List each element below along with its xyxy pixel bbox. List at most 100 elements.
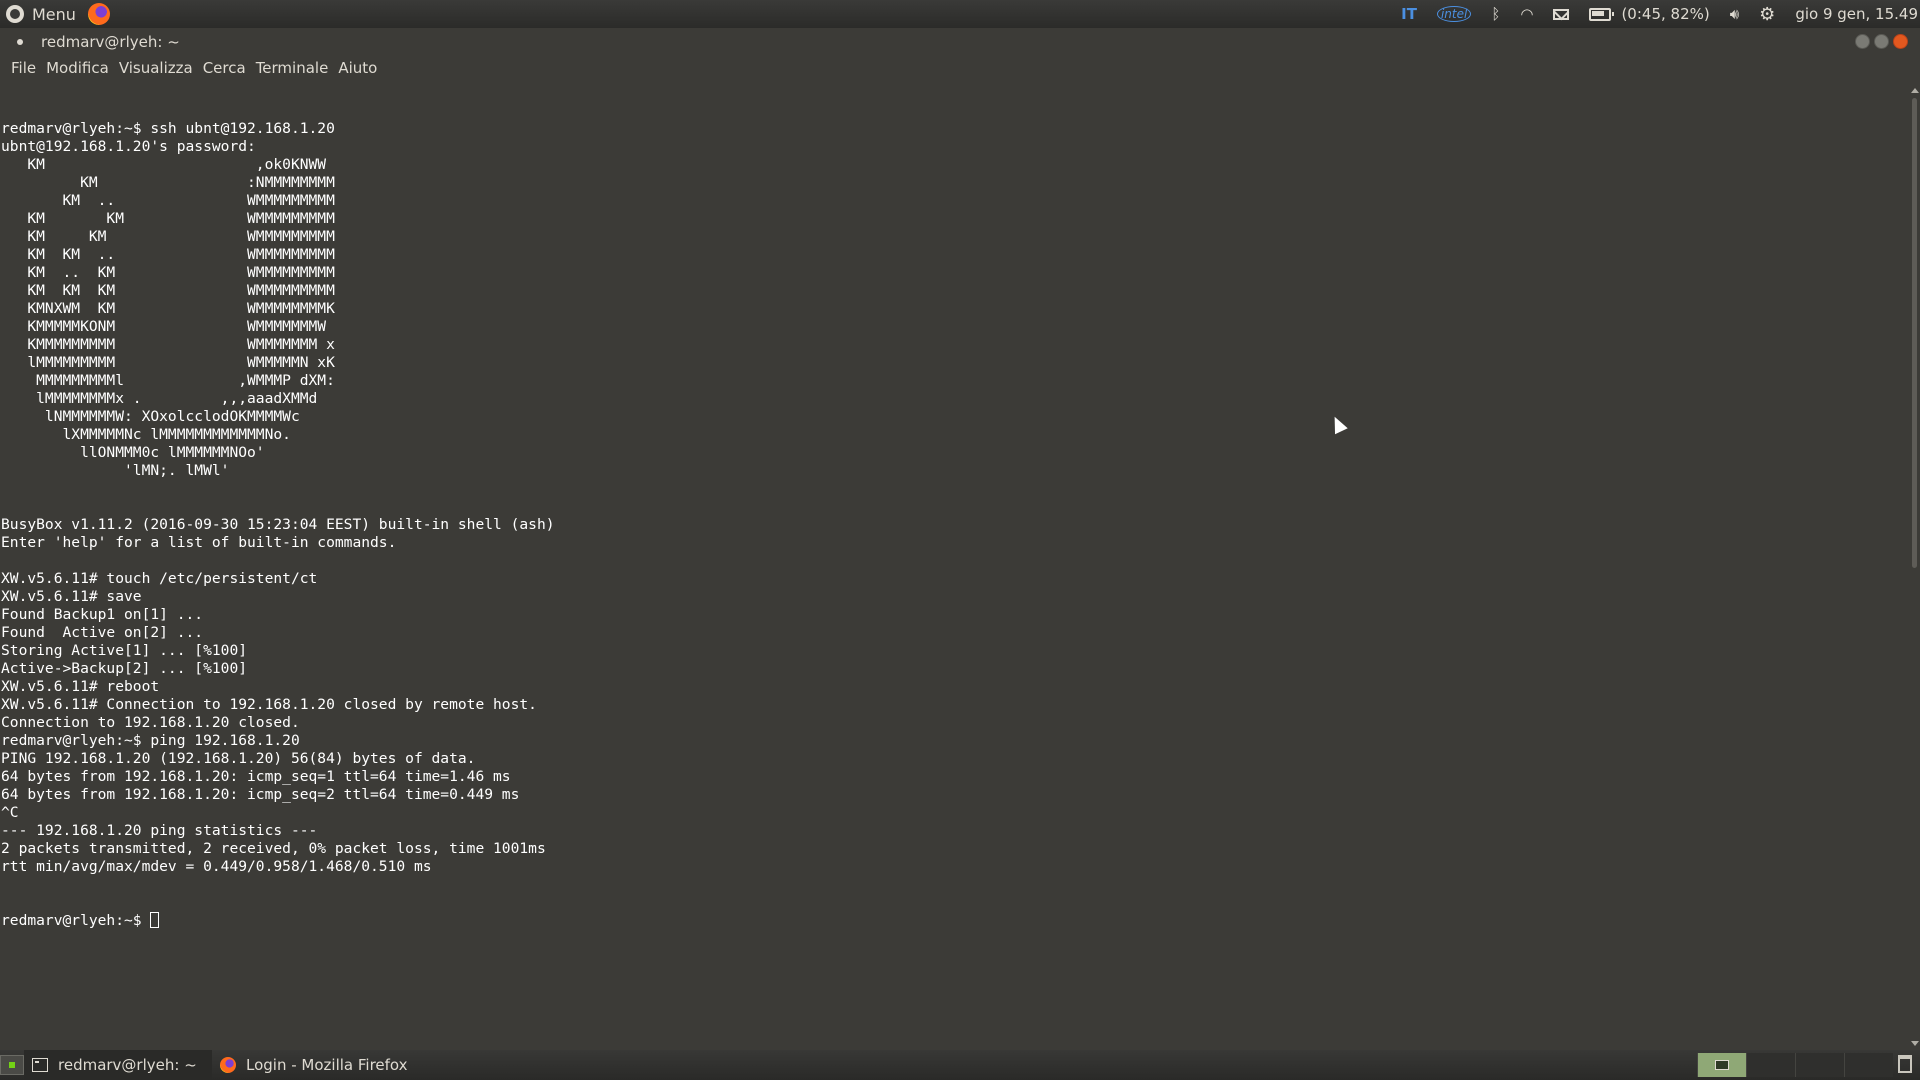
menu-modifica[interactable]: Modifica [41,59,114,77]
system-tray: IT intel ᛒ ◠ (0:45, 82%) 🔊︎ ⚙ gio 9 gen,… [1391,0,1920,28]
terminal-line: KM KM .. WMMMMMMMMM [1,246,335,263]
terminal-output[interactable]: redmarv@rlyeh:~$ ssh ubnt@192.168.1.20 ub… [0,84,1908,1050]
terminal-line: 64 bytes from 192.168.1.20: icmp_seq=2 t… [1,786,520,803]
terminal-line: XW.v5.6.11# reboot [1,678,160,695]
keyboard-layout-indicator[interactable]: IT [1391,0,1427,28]
scrollbar-thumb[interactable] [1912,98,1917,568]
scroll-up-arrow-icon[interactable] [1911,88,1919,93]
terminal-line: BusyBox v1.11.2 (2016-09-30 15:23:04 EES… [1,516,555,533]
terminal-line: --- 192.168.1.20 ping statistics --- [1,822,318,839]
window-title: redmarv@rlyeh: ~ [41,32,180,51]
workspace-1[interactable] [1697,1053,1746,1077]
terminal-line: XW.v5.6.11# Connection to 192.168.1.20 c… [1,696,537,713]
terminal-line: KM ,ok0KNWW [1,156,327,173]
text-cursor [150,912,160,928]
terminal-line: KMNXWM KM WMMMMMMMMK [1,300,335,317]
terminal-line: MMMMMMMMMl ,WMMMP dXM: [1,372,335,389]
terminal-line: redmarv@rlyeh:~$ ssh ubnt@192.168.1.20 [1,120,335,137]
workspace-switcher [1697,1053,1893,1077]
battery-icon [1589,7,1615,21]
menu-terminale[interactable]: Terminale [251,59,334,77]
terminal-line: Enter 'help' for a list of built-in comm… [1,534,397,551]
terminal-line: rtt min/avg/max/mdev = 0.449/0.958/1.468… [1,858,432,875]
main-menu-label: Menu [32,4,76,24]
top-panel: Menu IT intel ᛒ ◠ (0:45, 82%) 🔊︎ ⚙ gio 9… [0,0,1920,28]
terminal-line: lNMMMMMMW: XOxolcclodOKMMMMWc [1,408,300,425]
settings-gear-icon[interactable]: ⚙ [1749,0,1785,28]
show-desktop-button[interactable] [0,1055,24,1075]
terminal-line: KMMMMMKONM WMMMMMMMW [1,318,327,335]
terminal-line: KM :NMMMMMMMM [1,174,335,191]
intel-icon: intel [1436,6,1472,22]
terminal-lines: redmarv@rlyeh:~$ ssh ubnt@192.168.1.20 ub… [1,120,1908,876]
terminal-line: XW.v5.6.11# touch /etc/persistent/ct [1,570,318,587]
workspace-3[interactable] [1795,1053,1844,1077]
workspace-window-icon [1715,1060,1729,1070]
main-menu-button[interactable]: Menu [0,0,116,28]
terminal-line: 2 packets transmitted, 2 received, 0% pa… [1,840,546,857]
workspace-2[interactable] [1746,1053,1795,1077]
terminal-line: Active->Backup[2] ... [%100] [1,660,248,677]
show-desktop-icon [9,1062,15,1068]
terminal-line: Connection to 192.168.1.20 closed. [1,714,300,731]
mail-icon [1553,8,1570,20]
firefox-launcher-icon[interactable] [87,3,110,25]
clock[interactable]: gio 9 gen, 15.49 [1785,0,1920,28]
terminal-line: lMMMMMMMMM WMMMMMN xK [1,354,335,371]
terminal-line: redmarv@rlyeh:~$ ping 192.168.1.20 [1,732,300,749]
terminal-line: ubnt@192.168.1.20's password: [1,138,256,155]
terminal-line: PING 192.168.1.20 (192.168.1.20) 56(84) … [1,750,476,767]
window-titlebar[interactable]: redmarv@rlyeh: ~ [0,28,1920,55]
trash-icon[interactable] [1898,1055,1912,1073]
taskbar-item-terminal[interactable]: redmarv@rlyeh: ~ [24,1050,212,1080]
close-button[interactable] [1893,34,1908,49]
taskbar-label-terminal: redmarv@rlyeh: ~ [58,1056,197,1074]
terminal-line: Found Active on[2] ... [1,624,204,641]
terminal-line: Found Backup1 on[1] ... [1,606,204,623]
terminal-line: KM KM WMMMMMMMMM [1,228,335,245]
scroll-down-arrow-icon[interactable] [1911,1041,1919,1046]
firefox-icon [220,1057,236,1073]
terminal-line: KM .. KM WMMMMMMMMM [1,264,335,281]
terminal-line: Storing Active[1] ... [%100] [1,642,248,659]
menu-file[interactable]: File [6,59,41,77]
battery-indicator[interactable]: (0:45, 82%) [1579,0,1719,28]
terminal-scrollbar[interactable] [1908,84,1920,1050]
terminal-line: KM .. WMMMMMMMMM [1,192,335,209]
terminal-prompt-line[interactable]: redmarv@rlyeh:~$ [1,912,1908,930]
taskbar-item-firefox[interactable]: Login - Mozilla Firefox [212,1050,416,1080]
terminal-line: KM KM WMMMMMMMMM [1,210,335,227]
terminal-line: ^C [1,804,19,821]
window-controls [1855,34,1908,49]
taskbar-label-firefox: Login - Mozilla Firefox [246,1056,408,1074]
bottom-panel: redmarv@rlyeh: ~ Login - Mozilla Firefox [0,1050,1920,1080]
bluetooth-icon[interactable]: ᛒ [1481,0,1510,28]
menubar: File Modifica Visualizza Cerca Terminale… [0,55,1920,81]
battery-text: (0:45, 82%) [1621,5,1710,23]
workspace-4[interactable] [1844,1053,1893,1077]
terminal-prompt: redmarv@rlyeh:~$ [1,912,151,929]
terminal-line: lMMMMMMMMx . ,,,aaadXMMd [1,390,318,407]
window-menu-dot-icon[interactable] [17,38,23,45]
terminal-line: KMMMMMMMMM WMMMMMMM x [1,336,335,353]
terminal-line: KM KM KM WMMMMMMMMM [1,282,335,299]
terminal-icon [32,1058,48,1072]
terminal-line: llONMMM0c lMMMMMMNOo' [1,444,265,461]
terminal-line: 'lMN;. lMWl' [1,462,230,479]
menu-aiuto[interactable]: Aiuto [333,59,382,77]
menu-cerca[interactable]: Cerca [198,59,251,77]
maximize-button[interactable] [1874,34,1889,49]
terminal-line: lXMMMMMNc lMMMMMMMMMMMMNo. [1,426,291,443]
volume-icon[interactable]: 🔊︎ [1720,0,1749,28]
mail-tray-item[interactable] [1543,0,1579,28]
intel-tray-item[interactable]: intel [1427,0,1481,28]
wifi-icon[interactable]: ◠ [1510,0,1543,28]
terminal-line: XW.v5.6.11# save [1,588,142,605]
menu-visualizza[interactable]: Visualizza [114,59,198,77]
terminal-line: 64 bytes from 192.168.1.20: icmp_seq=1 t… [1,768,511,785]
mint-logo-icon [6,5,24,23]
minimize-button[interactable] [1855,34,1870,49]
